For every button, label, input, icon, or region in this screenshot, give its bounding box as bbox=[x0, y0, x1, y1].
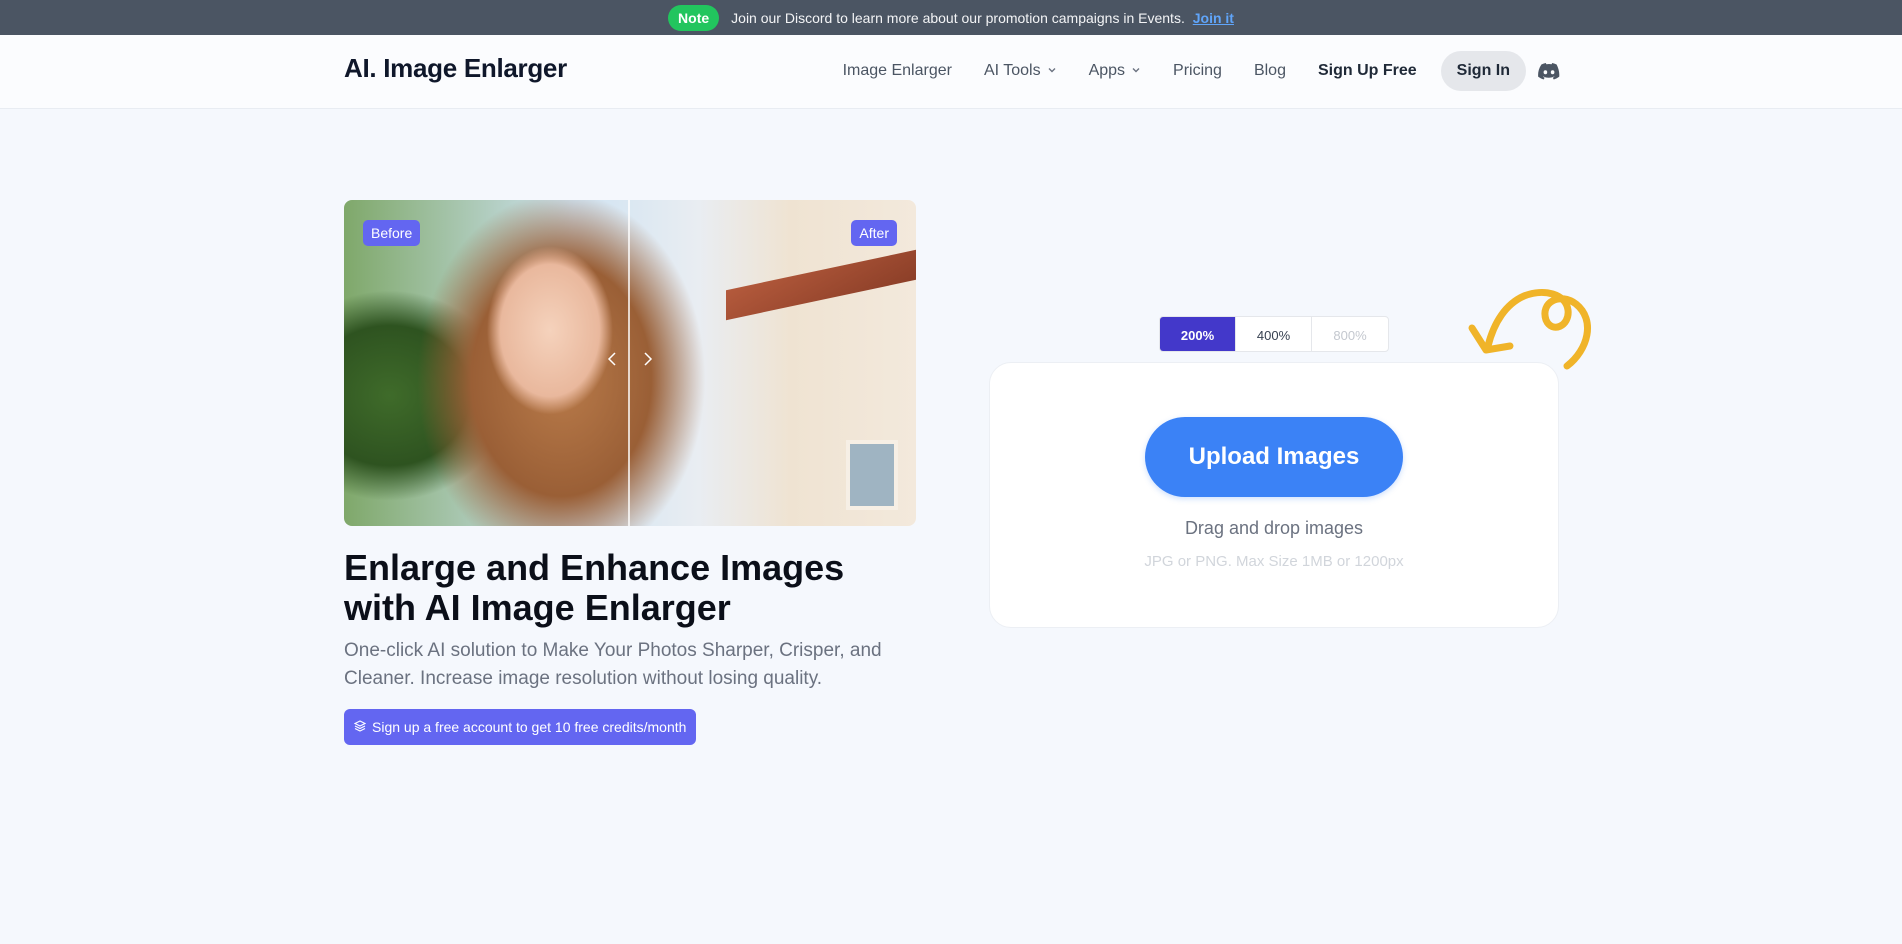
nav-blog[interactable]: Blog bbox=[1254, 62, 1286, 80]
before-badge: Before bbox=[363, 220, 421, 246]
nav-label: Image Enlarger bbox=[842, 62, 952, 79]
scale-option-800[interactable]: 800% bbox=[1312, 317, 1388, 351]
before-after-slider[interactable]: Before After bbox=[344, 200, 916, 526]
scale-selector: 200% 400% 800% bbox=[1159, 316, 1389, 352]
after-badge: After bbox=[851, 220, 897, 246]
scale-option-400[interactable]: 400% bbox=[1236, 317, 1312, 351]
chevron-down-icon bbox=[1131, 65, 1141, 78]
nav-ai-tools[interactable]: AI Tools bbox=[984, 62, 1057, 80]
page-title: Enlarge and Enhance Images with AI Image… bbox=[344, 547, 845, 628]
layers-icon bbox=[353, 719, 367, 735]
drag-drop-text: Drag and drop images bbox=[1184, 518, 1364, 538]
site-header: AI. Image Enlarger Image Enlarger AI Too… bbox=[0, 35, 1902, 109]
curly-arrow-icon bbox=[1468, 289, 1592, 370]
join-discord-link[interactable]: Join it bbox=[1193, 10, 1234, 26]
site-logo[interactable]: AI. Image Enlarger bbox=[344, 53, 567, 84]
upload-images-button[interactable]: Upload Images bbox=[1145, 417, 1403, 497]
nav-label: AI Tools bbox=[983, 62, 1041, 79]
nav-apps[interactable]: Apps bbox=[1089, 62, 1141, 80]
scale-option-200[interactable]: 200% bbox=[1160, 317, 1236, 351]
announcement-text: Join our Discord to learn more about our… bbox=[731, 9, 1185, 26]
nav-pricing[interactable]: Pricing bbox=[1173, 62, 1222, 80]
chevron-right-icon bbox=[642, 350, 654, 373]
note-badge: Note bbox=[668, 4, 720, 31]
upload-dropzone[interactable]: Upload Images Drag and drop images JPG o… bbox=[989, 362, 1559, 628]
slider-handle[interactable] bbox=[606, 350, 654, 373]
announcement-message: Join our Discord to learn more about our… bbox=[731, 10, 1234, 26]
free-credits-button[interactable]: Sign up a free account to get 10 free cr… bbox=[344, 709, 697, 745]
sign-in-button[interactable]: Sign In bbox=[1440, 51, 1526, 91]
sign-up-free-link[interactable]: Sign Up Free bbox=[1318, 62, 1417, 80]
nav-label: Blog bbox=[1253, 62, 1286, 79]
chevron-left-icon bbox=[606, 350, 618, 373]
main-nav: Image Enlarger AI Tools Apps Pricing Blo… bbox=[811, 51, 1562, 91]
free-credits-label: Sign up a free account to get 10 free cr… bbox=[372, 719, 687, 735]
nav-label: Apps bbox=[1088, 62, 1126, 79]
nav-image-enlarger[interactable]: Image Enlarger bbox=[843, 62, 952, 80]
sample-photo-window bbox=[846, 440, 898, 510]
announcement-bar: Note Join our Discord to learn more abou… bbox=[0, 0, 1902, 35]
nav-label: Pricing bbox=[1173, 62, 1222, 79]
nav-label: Sign Up Free bbox=[1317, 62, 1417, 79]
upload-hint: JPG or PNG. Max Size 1MB or 1200px bbox=[1144, 553, 1404, 570]
chevron-down-icon bbox=[1047, 65, 1057, 78]
discord-icon[interactable] bbox=[1536, 58, 1562, 84]
page-subtitle: One-click AI solution to Make Your Photo… bbox=[344, 640, 882, 689]
